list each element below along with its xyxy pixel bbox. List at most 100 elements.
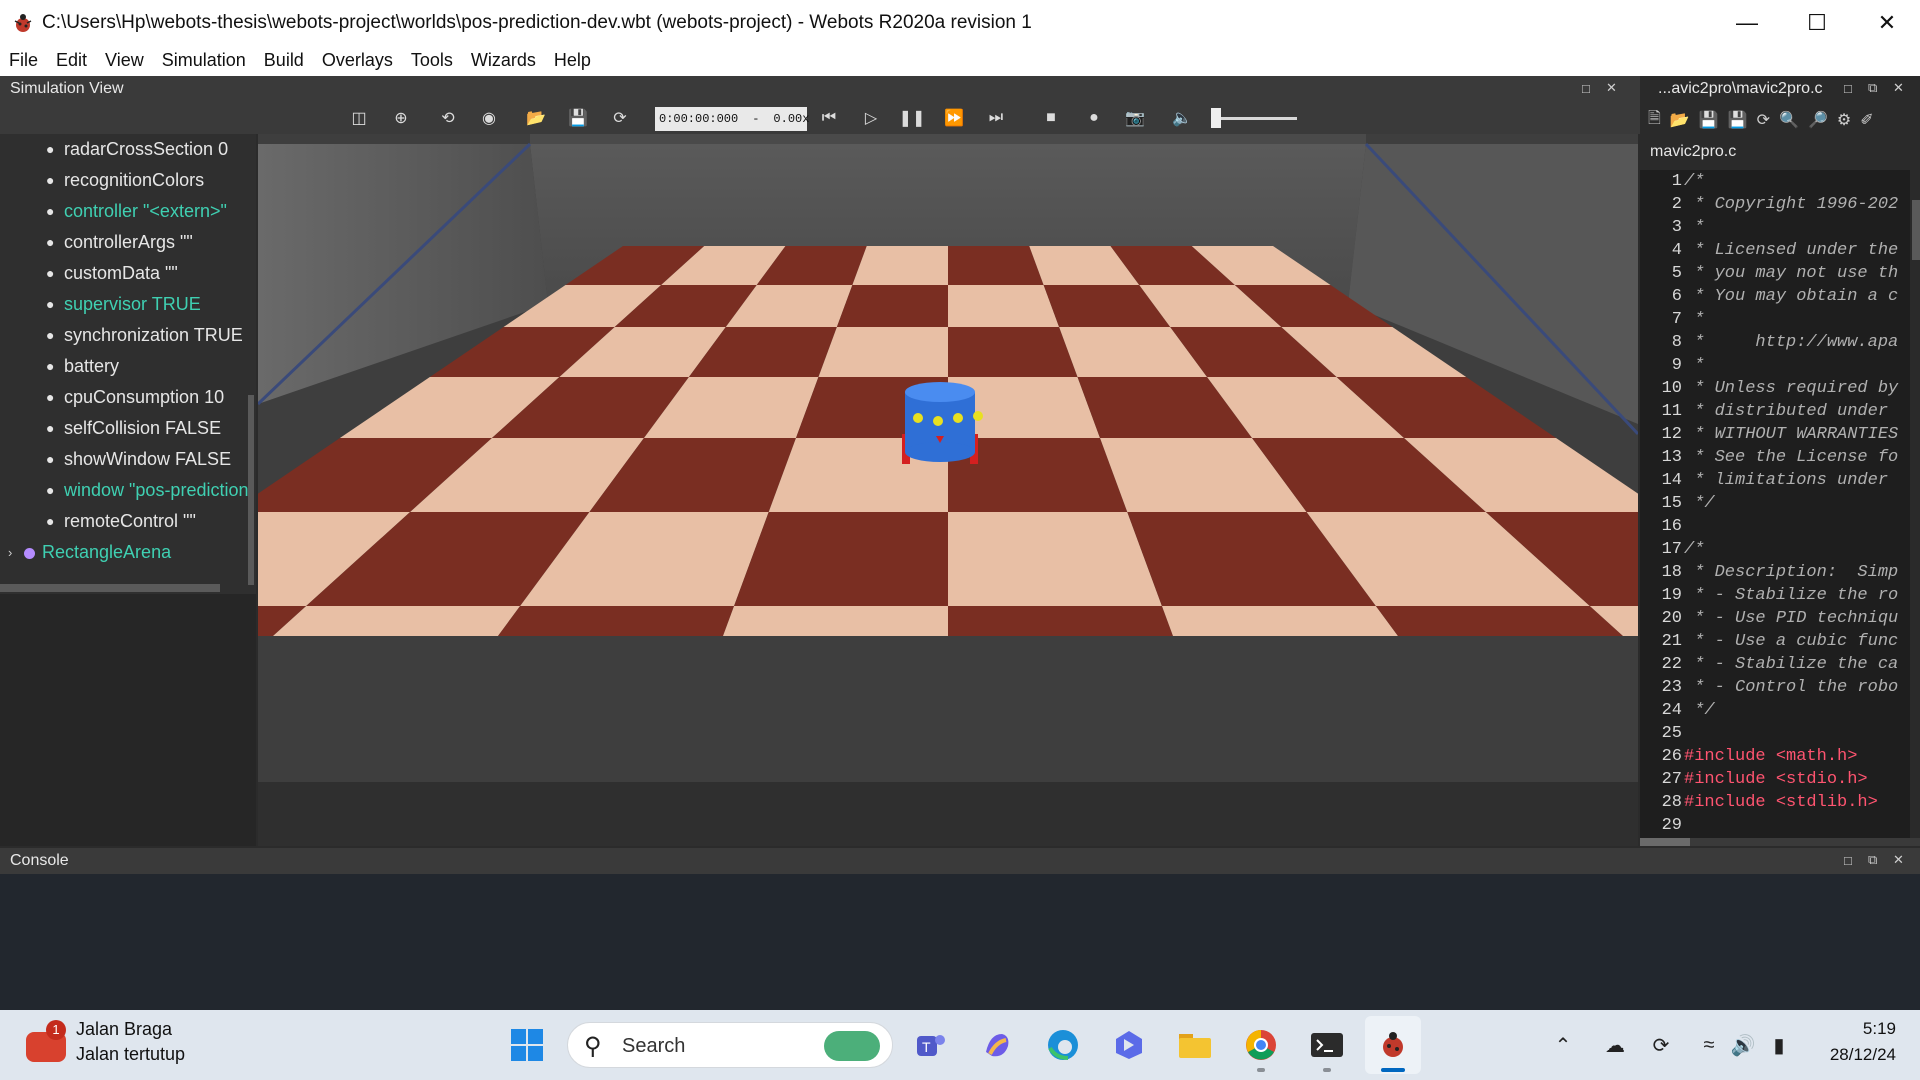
open-world-icon[interactable]: 📂 — [524, 106, 548, 130]
code-line[interactable]: 12 * WITHOUT WARRANTIES — [1640, 423, 1910, 446]
chevron-up-icon[interactable]: ⌃ — [1548, 1030, 1578, 1060]
toggle-scene-tree-icon[interactable]: ◫ — [347, 106, 371, 130]
close-dock-icon[interactable]: ✕ — [1893, 852, 1904, 868]
code-line[interactable]: 2 * Copyright 1996-202 — [1640, 193, 1910, 216]
save-world-icon[interactable]: 💾 — [566, 106, 590, 130]
menu-build[interactable]: Build — [255, 45, 313, 76]
code-line[interactable]: 26 #include <math.h> — [1640, 745, 1910, 768]
replace-icon[interactable]: 🔎 — [1808, 110, 1828, 130]
onedrive-cloud-icon[interactable]: ☁ — [1600, 1030, 1630, 1060]
float-dock-icon[interactable]: □ — [1844, 81, 1852, 96]
weather-widget[interactable]: 1 Jalan Braga Jalan tertutup — [0, 1010, 200, 1080]
menu-simulation[interactable]: Simulation — [153, 45, 255, 76]
editor-vertical-scrollbar[interactable] — [1912, 170, 1920, 838]
close-dock-icon[interactable]: ✕ — [1893, 80, 1904, 96]
code-line[interactable]: 9 * — [1640, 354, 1910, 377]
volume-slider-track[interactable] — [1212, 117, 1297, 120]
video-record-icon[interactable]: ■ — [1039, 106, 1063, 130]
run-real-time-icon[interactable]: ⏩ — [942, 106, 966, 130]
clean-icon[interactable]: ✐ — [1860, 110, 1873, 130]
volume-icon[interactable]: 🔊 — [1728, 1030, 1758, 1060]
edge-browser-icon[interactable] — [1043, 1025, 1083, 1065]
code-line[interactable]: 23 * - Control the robo — [1640, 676, 1910, 699]
record-animation-icon[interactable]: ● — [1082, 106, 1106, 130]
code-line[interactable]: 15 */ — [1640, 492, 1910, 515]
code-line[interactable]: 3 * — [1640, 216, 1910, 239]
chrome-icon[interactable] — [1241, 1025, 1281, 1065]
code-line[interactable]: 7 * — [1640, 308, 1910, 331]
teams-icon[interactable]: T — [910, 1025, 950, 1065]
expand-chevron-icon[interactable]: › — [8, 537, 12, 568]
menu-edit[interactable]: Edit — [47, 45, 96, 76]
code-line[interactable]: 28 #include <stdlib.h> — [1640, 791, 1910, 814]
code-line[interactable]: 22 * - Stabilize the ca — [1640, 653, 1910, 676]
code-line[interactable]: 6 * You may obtain a c — [1640, 285, 1910, 308]
system-clock[interactable]: 5:19 28/12/24 — [1806, 1019, 1896, 1065]
editor-horizontal-scrollbar[interactable] — [1640, 838, 1920, 846]
code-line[interactable]: 10 * Unless required by — [1640, 377, 1910, 400]
code-line[interactable]: 27 #include <stdio.h> — [1640, 768, 1910, 791]
reset-simulation-icon[interactable]: ⏮ — [817, 106, 841, 130]
menu-wizards[interactable]: Wizards — [462, 45, 545, 76]
menu-file[interactable]: File — [0, 45, 47, 76]
webots-taskbar-icon[interactable] — [1373, 1025, 1413, 1065]
code-line[interactable]: 13 * See the License fo — [1640, 446, 1910, 469]
add-node-icon[interactable]: ⊕ — [389, 106, 413, 130]
code-line[interactable]: 24 */ — [1640, 699, 1910, 722]
code-line[interactable]: 8 * http://www.apa — [1640, 331, 1910, 354]
menu-overlays[interactable]: Overlays — [313, 45, 402, 76]
menu-tools[interactable]: Tools — [402, 45, 462, 76]
revert-icon[interactable]: ⟳ — [1757, 110, 1770, 130]
save-all-icon[interactable]: 💾 — [1728, 110, 1748, 130]
screenshot-camera-icon[interactable]: 📷 — [1123, 106, 1147, 130]
code-line[interactable]: 11 * distributed under — [1640, 400, 1910, 423]
open-file-icon[interactable]: 📂 — [1670, 110, 1690, 130]
maximize-button[interactable]: ☐ — [1782, 0, 1852, 45]
view-eye-icon[interactable]: ◉ — [477, 106, 501, 130]
restore-viewpoint-icon[interactable]: ⟲ — [436, 106, 460, 130]
code-line[interactable]: 18 * Description: Simp — [1640, 561, 1910, 584]
float-dock-icon[interactable]: □ — [1844, 853, 1852, 868]
fast-forward-icon[interactable]: ⏭ — [984, 106, 1008, 130]
save-file-icon[interactable]: 💾 — [1699, 110, 1719, 130]
copilot-icon[interactable] — [977, 1025, 1017, 1065]
bing-app-icon[interactable] — [1109, 1025, 1149, 1065]
code-line[interactable]: 1/* — [1640, 170, 1910, 193]
maximize-dock-icon[interactable]: ⧉ — [1868, 80, 1877, 96]
scene-tree-vertical-scrollbar[interactable] — [248, 395, 254, 585]
step-icon[interactable]: ▷ — [859, 106, 883, 130]
file-explorer-icon[interactable] — [1175, 1025, 1215, 1065]
minimize-button[interactable]: — — [1712, 0, 1782, 45]
code-line[interactable]: 19 * - Stabilize the ro — [1640, 584, 1910, 607]
find-icon[interactable]: 🔍 — [1779, 110, 1799, 130]
editor-tab[interactable]: mavic2pro.c ✕ — [1640, 138, 1760, 187]
scene-tree-horizontal-scrollbar[interactable] — [0, 584, 220, 592]
code-line[interactable]: 4 * Licensed under the — [1640, 239, 1910, 262]
code-line[interactable]: 29 — [1640, 814, 1910, 837]
menu-view[interactable]: View — [96, 45, 153, 76]
window-titlebar[interactable]: C:\Users\Hp\webots-thesis\webots-project… — [0, 0, 1920, 45]
code-line[interactable]: 21 * - Use a cubic func — [1640, 630, 1910, 653]
reload-world-icon[interactable]: ⟳ — [608, 106, 632, 130]
taskbar-search[interactable]: ⚲ Search — [567, 1022, 893, 1068]
code-line[interactable]: 5 * you may not use th — [1640, 262, 1910, 285]
sync-icon[interactable]: ⟳ — [1646, 1030, 1676, 1060]
code-line[interactable]: 17/* — [1640, 538, 1910, 561]
battery-icon[interactable]: ▮ — [1764, 1030, 1794, 1060]
code-line[interactable]: 16 — [1640, 515, 1910, 538]
code-line[interactable]: 14 * limitations under — [1640, 469, 1910, 492]
float-dock-icon[interactable]: □ — [1582, 81, 1590, 96]
new-file-icon[interactable]: 🗎 — [1648, 107, 1661, 134]
code-line[interactable]: 20 * - Use PID techniqu — [1640, 607, 1910, 630]
start-windows-icon[interactable] — [507, 1025, 547, 1065]
sound-mute-icon[interactable]: 🔈 — [1170, 106, 1194, 130]
console-output[interactable] — [0, 874, 1920, 1010]
pause-icon[interactable]: ❚❚ — [899, 106, 926, 130]
code-editor[interactable]: 1/* 2 * Copyright 1996-202 3 * 4 * Licensed… — [1640, 170, 1910, 838]
3d-viewport[interactable] — [258, 134, 1638, 846]
close-button[interactable]: ✕ — [1852, 0, 1920, 45]
build-gear-icon[interactable]: ⚙ — [1837, 110, 1851, 130]
volume-slider-handle[interactable] — [1211, 108, 1221, 128]
maximize-dock-icon[interactable]: ⧉ — [1868, 852, 1877, 868]
close-dock-icon[interactable]: ✕ — [1606, 80, 1617, 96]
